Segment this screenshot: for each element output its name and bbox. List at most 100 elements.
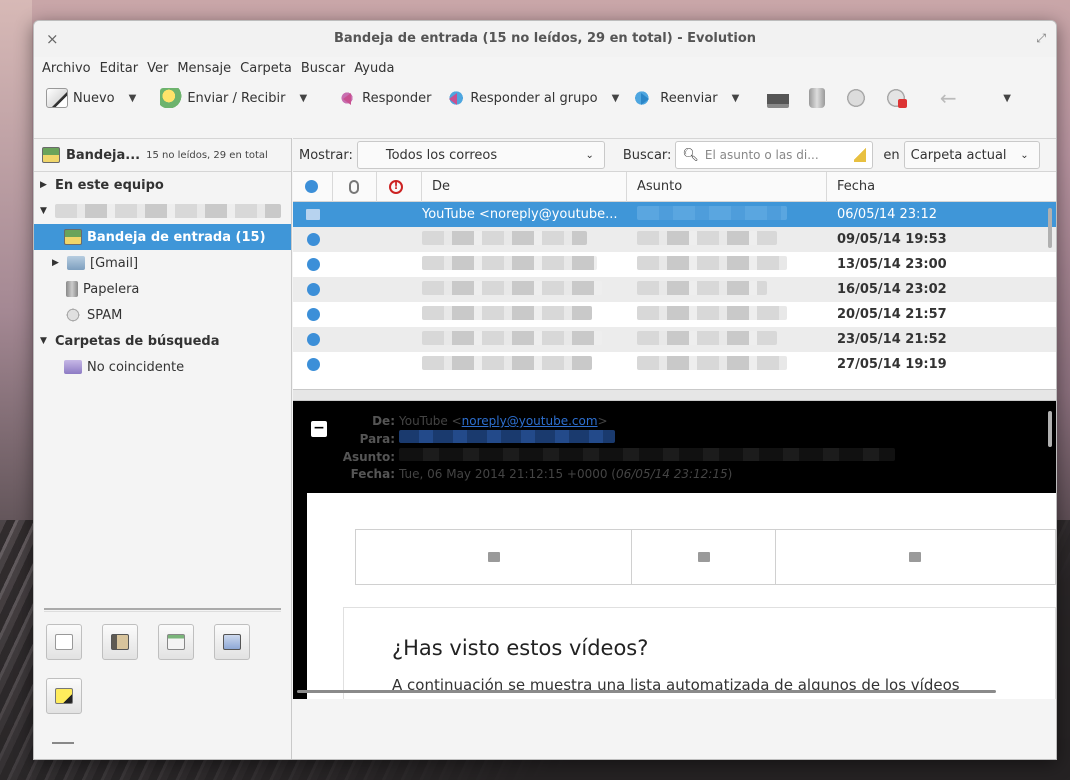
- message-from: [422, 330, 627, 349]
- expander-down-icon[interactable]: ▼: [40, 336, 50, 346]
- email-heading: ¿Has visto estos vídeos?: [392, 636, 649, 660]
- message-status-cell[interactable]: [293, 258, 333, 271]
- reply-all-chevron-icon[interactable]: ▼: [612, 93, 620, 104]
- menu-archivo[interactable]: Archivo: [42, 61, 91, 76]
- tree-trash[interactable]: Papelera: [34, 276, 291, 302]
- junk-button[interactable]: [841, 83, 871, 113]
- pane-splitter[interactable]: [293, 389, 1056, 401]
- message-row[interactable]: 20/05/14 21:57: [293, 302, 1056, 327]
- menu-carpeta[interactable]: Carpeta: [240, 61, 292, 76]
- toolbar-overflow-chevron-icon[interactable]: ▼: [1003, 93, 1011, 104]
- unread-dot-icon: [306, 333, 320, 346]
- tree-on-this-computer[interactable]: ▶ En este equipo: [34, 172, 291, 198]
- tree-unmatched[interactable]: No coincidente: [34, 354, 291, 380]
- column-flag[interactable]: !: [377, 171, 422, 202]
- message-status-cell[interactable]: [293, 233, 333, 246]
- switch-mail-button[interactable]: [46, 624, 82, 660]
- image-placeholder: [776, 530, 1055, 584]
- forward-chevron-icon[interactable]: ▼: [732, 93, 740, 104]
- subject-redacted: [637, 355, 787, 370]
- memos-icon: [55, 688, 73, 704]
- online-status-icon[interactable]: [52, 742, 74, 750]
- tree-search-folders[interactable]: ▼ Carpetas de búsqueda: [34, 328, 291, 354]
- header-from-name: YouTube <: [399, 414, 462, 428]
- titlebar: × Bandeja de entrada (15 no leídos, 29 e…: [34, 21, 1056, 57]
- reply-button[interactable]: Responder: [331, 83, 435, 113]
- flag-icon: !: [389, 179, 403, 194]
- menu-buscar[interactable]: Buscar: [301, 61, 345, 76]
- switcher-separator[interactable]: [44, 608, 281, 612]
- maximize-icon[interactable]: ⤢: [1036, 31, 1046, 46]
- tree-spam[interactable]: SPAM: [34, 302, 291, 328]
- menu-editar[interactable]: Editar: [100, 61, 139, 76]
- new-button[interactable]: Nuevo: [42, 83, 119, 113]
- message-row[interactable]: 13/05/14 23:00: [293, 252, 1056, 277]
- menu-ver[interactable]: Ver: [147, 61, 168, 76]
- show-filter-value: Todos los correos: [385, 147, 498, 163]
- tree-inbox[interactable]: Bandeja de entrada (15): [34, 224, 291, 250]
- preview-scrollbar[interactable]: [1048, 411, 1052, 447]
- message-list[interactable]: YouTube <noreply@youtube... 06/05/14 23:1…: [293, 202, 1056, 389]
- collapse-headers-icon[interactable]: −: [311, 421, 327, 437]
- image-placeholder: [632, 530, 776, 584]
- message-row[interactable]: 16/05/14 23:02: [293, 277, 1056, 302]
- tree-gmail[interactable]: ▶ [Gmail]: [34, 250, 291, 276]
- message-from: [422, 355, 627, 374]
- header-to-key: Para:: [359, 432, 395, 446]
- message-status-cell[interactable]: [293, 283, 333, 296]
- send-receive-chevron-icon[interactable]: ▼: [299, 93, 307, 104]
- message-subject: [627, 355, 827, 374]
- forward-button[interactable]: Reenviar: [629, 83, 721, 113]
- send-receive-icon: [160, 88, 183, 108]
- print-button[interactable]: [763, 83, 793, 113]
- menu-mensaje[interactable]: Mensaje: [177, 61, 231, 76]
- header-from-email-link[interactable]: noreply@youtube.com: [462, 414, 598, 428]
- current-folder-header: Bandeja... 15 no leídos, 29 en total: [34, 138, 291, 172]
- header-from-key: De:: [372, 414, 395, 428]
- column-status[interactable]: [293, 171, 333, 202]
- expander-right-icon[interactable]: ▶: [52, 258, 62, 268]
- message-row[interactable]: 27/05/14 19:19: [293, 352, 1056, 377]
- menu-ayuda[interactable]: Ayuda: [354, 61, 394, 76]
- sender-redacted: [422, 305, 592, 320]
- clear-search-icon[interactable]: [854, 148, 867, 162]
- message-row[interactable]: 09/05/14 19:53: [293, 227, 1056, 252]
- search-scope-value: Carpeta actual: [910, 147, 1007, 163]
- column-from[interactable]: De: [422, 171, 627, 202]
- message-status-cell[interactable]: [293, 333, 333, 346]
- send-receive-button[interactable]: Enviar / Recibir: [156, 83, 289, 113]
- message-status-cell[interactable]: [293, 358, 333, 371]
- status-column-icon: [305, 180, 318, 193]
- folder-sidebar: Bandeja... 15 no leídos, 29 en total ▶ E…: [34, 138, 292, 759]
- expander-right-icon[interactable]: ▶: [40, 180, 50, 190]
- switch-calendar-button[interactable]: [158, 624, 194, 660]
- header-date-close: ): [727, 467, 733, 481]
- not-junk-button[interactable]: [881, 83, 911, 113]
- message-status-cell[interactable]: [293, 209, 333, 220]
- show-filter-select[interactable]: Todos los correos ⌄: [356, 141, 605, 169]
- tree-label: [Gmail]: [90, 255, 139, 271]
- message-row[interactable]: 23/05/14 21:52: [293, 327, 1056, 352]
- switch-contacts-button[interactable]: [102, 624, 138, 660]
- search-input[interactable]: 🔍︎ El asunto o las di...: [675, 141, 874, 169]
- column-subject[interactable]: Asunto: [627, 171, 827, 202]
- list-scrollbar[interactable]: [1048, 208, 1052, 248]
- preview-horizontal-scrollbar[interactable]: [297, 690, 996, 693]
- switch-tasks-button[interactable]: [214, 624, 250, 660]
- tree-label: No coincidente: [87, 359, 185, 375]
- back-arrow-icon: ←: [939, 86, 957, 110]
- back-button[interactable]: ←: [933, 83, 963, 113]
- switch-memos-button[interactable]: [46, 678, 82, 714]
- search-scope-select[interactable]: Carpeta actual ⌄: [903, 141, 1040, 169]
- delete-button[interactable]: [805, 83, 829, 113]
- column-date[interactable]: Fecha: [827, 172, 1033, 202]
- search-label: Buscar:: [622, 147, 672, 163]
- message-status-cell[interactable]: [293, 308, 333, 321]
- message-row[interactable]: YouTube <noreply@youtube... 06/05/14 23:1…: [293, 202, 1056, 227]
- column-attachment[interactable]: [333, 171, 377, 202]
- expander-down-icon[interactable]: ▼: [40, 206, 50, 216]
- reply-all-button[interactable]: Responder al grupo: [439, 83, 601, 113]
- window-title: Bandeja de entrada (15 no leídos, 29 en …: [333, 31, 757, 46]
- new-dropdown-chevron-icon[interactable]: ▼: [129, 93, 137, 104]
- tree-account[interactable]: ▼: [34, 198, 291, 224]
